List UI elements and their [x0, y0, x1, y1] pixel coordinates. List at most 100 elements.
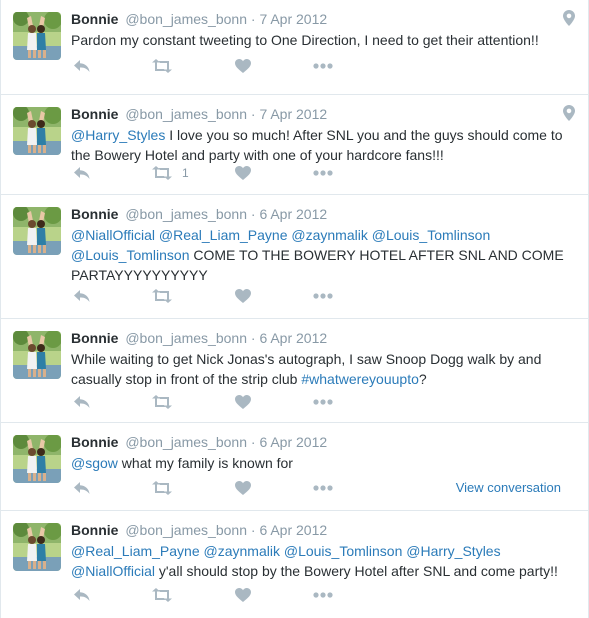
tweet-text: @Harry_Styles I love you so much! After … — [71, 125, 576, 165]
author-name[interactable]: Bonnie — [71, 330, 118, 346]
tweet-date[interactable]: 6 Apr 2012 — [259, 330, 327, 346]
author-name[interactable]: Bonnie — [71, 106, 118, 122]
reply-icon[interactable] — [73, 585, 91, 605]
heart-icon[interactable] — [235, 478, 251, 498]
author-name[interactable]: Bonnie — [71, 434, 118, 450]
mention-link[interactable]: @Louis_Tomlinson — [71, 247, 190, 263]
tweet[interactable]: Bonnie @bon_james_bonn · 6 Apr 2012 @sgo… — [1, 423, 589, 511]
author-handle[interactable]: @bon_james_bonn — [125, 434, 247, 450]
tweet[interactable]: Bonnie @bon_james_bonn · 6 Apr 2012 @Nia… — [1, 195, 589, 319]
tweet-actions — [73, 286, 573, 306]
heart-icon[interactable] — [235, 163, 251, 183]
avatar[interactable] — [13, 331, 61, 379]
author-handle[interactable]: @bon_james_bonn — [125, 522, 247, 538]
mention-link[interactable]: @sgow — [71, 455, 118, 471]
author-name[interactable]: Bonnie — [71, 11, 118, 27]
hashtag-link[interactable]: #whatwereyouupto — [301, 371, 419, 387]
tweet-header: Bonnie @bon_james_bonn · 7 Apr 2012 — [71, 105, 327, 123]
tweet-header: Bonnie @bon_james_bonn · 6 Apr 2012 — [71, 205, 327, 223]
heart-icon[interactable] — [235, 392, 251, 412]
tweet-actions — [73, 392, 573, 412]
tweet[interactable]: Bonnie @bon_james_bonn · 6 Apr 2012 @Rea… — [1, 511, 589, 618]
heart-icon[interactable] — [235, 56, 251, 76]
tweet-text-segment: y'all should stop by the Bowery Hotel af… — [154, 563, 558, 579]
tweet-text: @NiallOfficial @Real_Liam_Payne @zaynmal… — [71, 225, 576, 285]
tweet-header: Bonnie @bon_james_bonn · 7 Apr 2012 — [71, 10, 327, 28]
reply-icon[interactable] — [73, 392, 91, 412]
view-conversation-link[interactable]: View conversation — [456, 478, 561, 498]
header-separator: · — [250, 434, 256, 450]
heart-icon[interactable] — [235, 286, 251, 306]
reply-icon[interactable] — [73, 163, 91, 183]
reply-icon[interactable] — [73, 286, 91, 306]
location-pin-icon[interactable] — [563, 105, 575, 121]
tweet-date[interactable]: 6 Apr 2012 — [259, 206, 327, 222]
mention-link[interactable]: @Real_Liam_Payne — [159, 227, 288, 243]
mention-link[interactable]: @Harry_Styles — [406, 543, 500, 559]
more-icon[interactable] — [313, 585, 333, 605]
tweet-actions — [73, 56, 573, 76]
tweet-actions: 1 — [73, 163, 573, 183]
mention-link[interactable]: @zaynmalik — [204, 543, 280, 559]
tweet-text-segment: Pardon my constant tweeting to One Direc… — [71, 32, 539, 48]
author-name[interactable]: Bonnie — [71, 206, 118, 222]
author-handle[interactable]: @bon_james_bonn — [125, 330, 247, 346]
tweet-date[interactable]: 7 Apr 2012 — [259, 11, 327, 27]
tweet[interactable]: Bonnie @bon_james_bonn · 7 Apr 2012 Pard… — [1, 0, 589, 95]
tweet-actions: View conversation — [73, 478, 573, 498]
avatar[interactable] — [13, 523, 61, 571]
reply-icon[interactable] — [73, 56, 91, 76]
header-separator: · — [250, 330, 256, 346]
tweet-text: While waiting to get Nick Jonas's autogr… — [71, 349, 576, 389]
heart-icon[interactable] — [235, 585, 251, 605]
mention-link[interactable]: @zaynmalik — [291, 227, 367, 243]
author-name[interactable]: Bonnie — [71, 522, 118, 538]
tweet-date[interactable]: 7 Apr 2012 — [259, 106, 327, 122]
tweet-timeline: Bonnie @bon_james_bonn · 7 Apr 2012 Pard… — [0, 0, 589, 618]
avatar[interactable] — [13, 12, 61, 60]
tweet-date[interactable]: 6 Apr 2012 — [259, 522, 327, 538]
mention-link[interactable]: @Louis_Tomlinson — [372, 227, 491, 243]
retweet-icon[interactable] — [151, 392, 173, 412]
retweet-icon[interactable] — [151, 286, 173, 306]
tweet-text-segment: what my family is known for — [117, 455, 293, 471]
retweet-icon[interactable] — [151, 478, 173, 498]
retweet-count: 1 — [182, 166, 189, 180]
location-pin-icon[interactable] — [563, 10, 575, 26]
header-separator: · — [250, 11, 256, 27]
header-separator: · — [250, 206, 256, 222]
more-icon[interactable] — [313, 392, 333, 412]
retweet-icon[interactable] — [151, 56, 173, 76]
retweet-icon[interactable] — [151, 585, 173, 605]
avatar[interactable] — [13, 435, 61, 483]
more-icon[interactable] — [313, 286, 333, 306]
tweet-header: Bonnie @bon_james_bonn · 6 Apr 2012 — [71, 329, 327, 347]
tweet[interactable]: Bonnie @bon_james_bonn · 7 Apr 2012 @Har… — [1, 95, 589, 195]
author-handle[interactable]: @bon_james_bonn — [125, 106, 247, 122]
tweet[interactable]: Bonnie @bon_james_bonn · 6 Apr 2012 Whil… — [1, 319, 589, 423]
header-separator: · — [250, 106, 256, 122]
more-icon[interactable] — [313, 478, 333, 498]
tweet-text-segment: ? — [418, 371, 427, 387]
tweet-text: @Real_Liam_Payne @zaynmalik @Louis_Tomli… — [71, 541, 576, 581]
tweet-header: Bonnie @bon_james_bonn · 6 Apr 2012 — [71, 433, 327, 451]
avatar[interactable] — [13, 207, 61, 255]
mention-link[interactable]: @Real_Liam_Payne — [71, 543, 200, 559]
tweet-header: Bonnie @bon_james_bonn · 6 Apr 2012 — [71, 521, 327, 539]
header-separator: · — [250, 522, 256, 538]
author-handle[interactable]: @bon_james_bonn — [125, 206, 247, 222]
mention-link[interactable]: @NiallOfficial — [71, 227, 155, 243]
more-icon[interactable] — [313, 56, 333, 76]
mention-link[interactable]: @Louis_Tomlinson — [284, 543, 403, 559]
reply-icon[interactable] — [73, 478, 91, 498]
tweet-actions — [73, 585, 573, 605]
avatar[interactable] — [13, 107, 61, 155]
retweet-icon[interactable]: 1 — [151, 163, 189, 183]
mention-link[interactable]: @Harry_Styles — [71, 127, 165, 143]
more-icon[interactable] — [313, 163, 333, 183]
tweet-date[interactable]: 6 Apr 2012 — [259, 434, 327, 450]
mention-link[interactable]: @NiallOfficial — [71, 563, 155, 579]
tweet-text: Pardon my constant tweeting to One Direc… — [71, 30, 576, 50]
tweet-text: @sgow what my family is known for — [71, 453, 576, 473]
author-handle[interactable]: @bon_james_bonn — [125, 11, 247, 27]
